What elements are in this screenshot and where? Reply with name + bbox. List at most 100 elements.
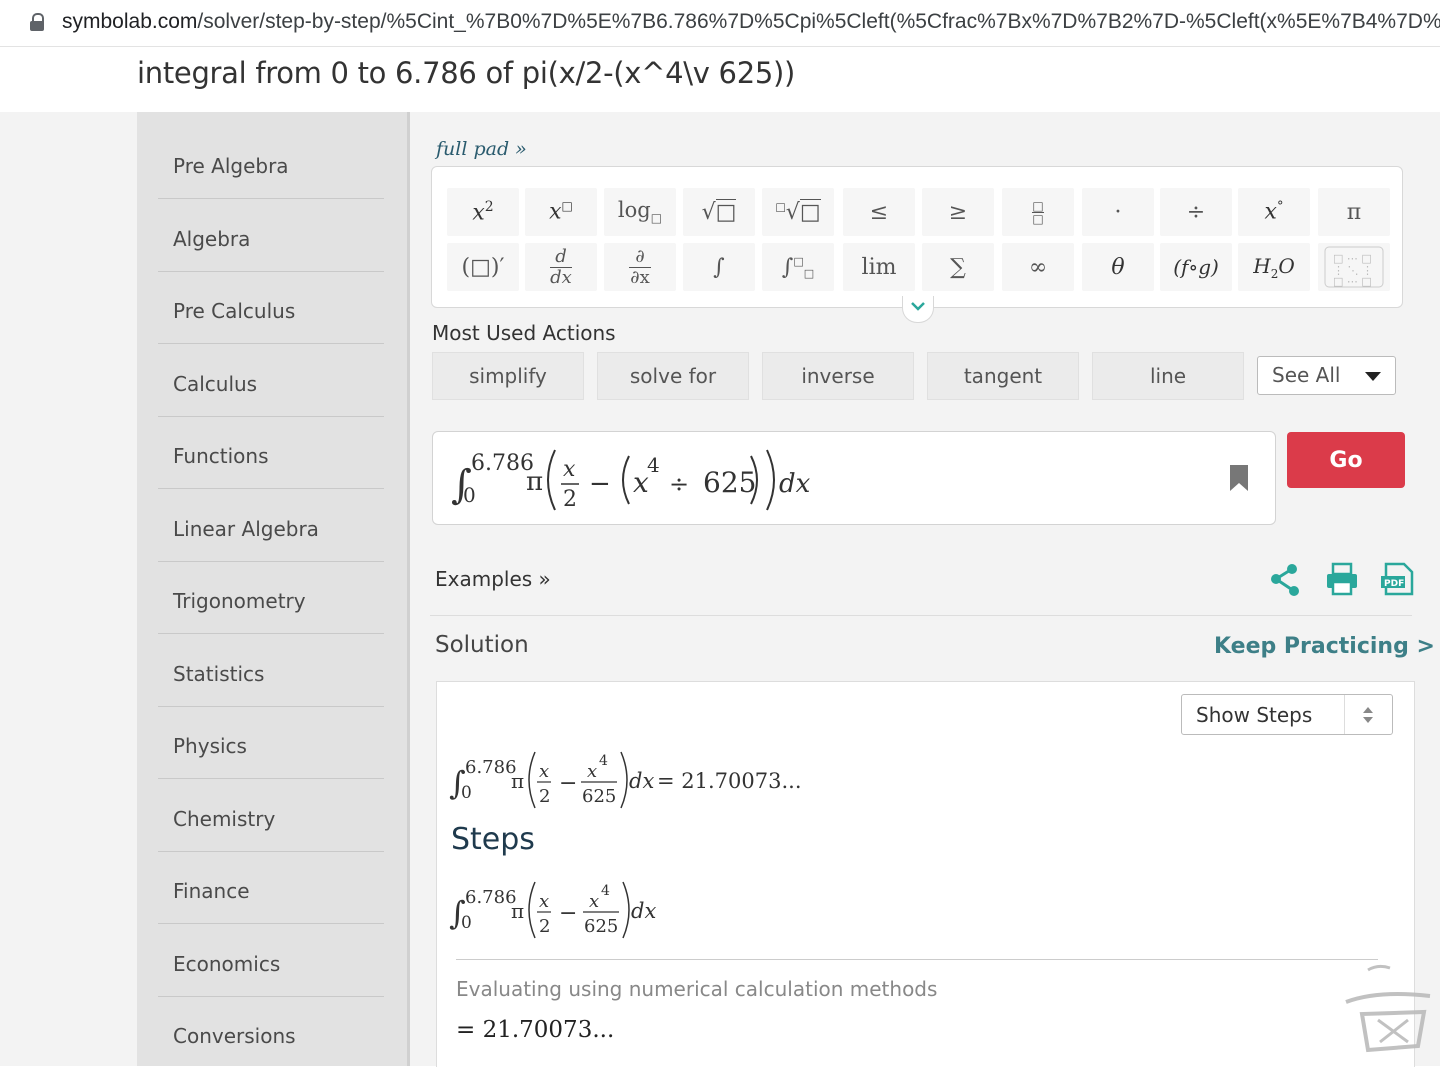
key-partial-derivative[interactable]: ∂ ∂x (604, 243, 676, 291)
svg-text:−: − (559, 901, 577, 926)
key-nth-root[interactable]: □√□ (762, 188, 834, 236)
fraction-denominator: 2 (563, 487, 577, 512)
svg-text:−: − (559, 771, 577, 796)
sidebar-item-finance[interactable]: Finance (158, 851, 384, 924)
key-infinity[interactable]: ∞ (1002, 243, 1074, 291)
dx: dx (779, 469, 811, 499)
sidebar-item-linear-algebra[interactable]: Linear Algebra (158, 489, 384, 562)
solution-panel: Show Steps ∫ 6.786 0 π x 2 − x 4 625 dx … (436, 681, 1415, 1067)
action-line-button[interactable]: line (1092, 352, 1244, 400)
sidebar-item-label: Conversions (173, 1024, 296, 1048)
sidebar-item-conversions[interactable]: Conversions (158, 996, 384, 1068)
key-dot[interactable]: · (1082, 188, 1154, 236)
sidebar-item-label: Trigonometry (173, 589, 306, 613)
url-text[interactable]: symbolab.com/solver/step-by-step/%5Cint_… (62, 10, 1440, 34)
bookmark-icon[interactable] (1230, 465, 1248, 491)
fraction-numerator: x (563, 457, 576, 482)
pdf-icon[interactable]: PDF (1380, 562, 1414, 598)
svg-text:0: 0 (461, 783, 472, 803)
sidebar-item-physics[interactable]: Physics (158, 706, 384, 779)
key-fraction[interactable]: □ □ (1002, 188, 1074, 236)
svg-text:PDF: PDF (1384, 579, 1404, 589)
sidebar-item-label: Finance (173, 879, 250, 903)
address-bar[interactable]: symbolab.com/solver/step-by-step/%5Cint_… (0, 0, 1440, 47)
key-sqrt[interactable]: √□ (683, 188, 755, 236)
show-steps-label: Show Steps (1196, 703, 1313, 727)
svg-text:π: π (511, 899, 524, 923)
key-integral[interactable]: ∫ (683, 243, 755, 291)
full-pad-link[interactable]: full pad » (436, 138, 527, 160)
key-degree[interactable]: x° (1238, 188, 1310, 236)
keep-practicing-link[interactable]: Keep Practicing > (1214, 634, 1435, 659)
examples-link[interactable]: Examples » (435, 567, 551, 591)
sidebar-item-pre-calculus[interactable]: Pre Calculus (158, 271, 384, 344)
sidebar-item-trigonometry[interactable]: Trigonometry (158, 561, 384, 634)
action-tangent-button[interactable]: tangent (927, 352, 1079, 400)
sidebar-item-algebra[interactable]: Algebra (158, 199, 384, 272)
svg-text:625: 625 (584, 916, 618, 937)
evaluation-method-text: Evaluating using numerical calculation m… (456, 977, 938, 1001)
key-limit[interactable]: lim (843, 243, 915, 291)
sidebar-item-economics[interactable]: Economics (158, 924, 384, 997)
print-icon[interactable] (1325, 562, 1359, 598)
svg-text:□ ⋯ □: □ ⋯ □ (1333, 275, 1372, 288)
svg-text:2: 2 (539, 916, 550, 937)
sidebar-item-chemistry[interactable]: Chemistry (158, 779, 384, 852)
key-theta[interactable]: θ (1082, 243, 1154, 291)
key-divide[interactable]: ÷ (1160, 188, 1232, 236)
key-matrix[interactable]: □ ⋯ □ ⋮ ⋱ ⋮ □ ⋯ □ (1318, 243, 1390, 291)
key-square[interactable]: x2 (447, 188, 519, 236)
lock-icon[interactable] (30, 13, 44, 31)
sidebar-item-label: Economics (173, 952, 281, 976)
chevron-down-icon (911, 302, 925, 311)
svg-text:dx: dx (631, 899, 656, 923)
key-definite-integral[interactable]: ∫□□ (762, 243, 834, 291)
show-steps-select[interactable]: Show Steps (1181, 694, 1393, 735)
svg-text:625: 625 (582, 786, 616, 807)
share-icon[interactable] (1268, 562, 1304, 598)
svg-text:0: 0 (461, 913, 472, 933)
step-divider (456, 959, 1378, 960)
action-inverse-button[interactable]: inverse (762, 352, 914, 400)
math-input-field[interactable]: ∫ 6.786 0 π x 2 − x 4 ÷ 625 dx (432, 431, 1276, 525)
keypad-collapse-toggle[interactable] (902, 296, 934, 323)
svg-text:4: 4 (599, 753, 608, 769)
divisor: 625 (703, 466, 756, 499)
divide-sign: ÷ (669, 470, 689, 498)
svg-text:x: x (587, 761, 597, 782)
minus-sign: − (589, 469, 611, 499)
go-button[interactable]: Go (1287, 432, 1405, 488)
action-simplify-button[interactable]: simplify (432, 352, 584, 400)
page-title: integral from 0 to 6.786 of pi(x/2-(x^4\… (137, 56, 796, 90)
key-power[interactable]: x□ (525, 188, 597, 236)
pi-symbol: π (526, 467, 543, 497)
sidebar-item-calculus[interactable]: Calculus (158, 344, 384, 417)
sidebar-item-label: Calculus (173, 372, 258, 396)
key-pi[interactable]: π (1318, 188, 1390, 236)
sidebar-item-pre-algebra[interactable]: Pre Algebra (158, 126, 384, 199)
key-greater-equal[interactable]: ≥ (922, 188, 994, 236)
step-expression: ∫ 6.786 0 π x 2 − x 4 625 dx (449, 881, 656, 939)
sidebar-item-label: Statistics (173, 662, 265, 686)
key-composition[interactable]: (f∘g) (1160, 243, 1232, 291)
key-d-dx[interactable]: d dx (525, 243, 597, 291)
svg-text:4: 4 (601, 883, 610, 899)
key-derivative-prime[interactable]: (□)′ (447, 243, 519, 291)
math-keypad: x2 x□ log□ √□ □√□ ≤ ≥ □ □ · ÷ x° π (□)′ d… (431, 166, 1403, 308)
sidebar-item-statistics[interactable]: Statistics (158, 634, 384, 707)
key-log[interactable]: log□ (604, 188, 676, 236)
steps-heading: Steps (451, 822, 535, 857)
key-sum[interactable]: ∑ (922, 243, 994, 291)
sidebar-item-functions[interactable]: Functions (158, 416, 384, 489)
select-arrows-icon (1363, 707, 1373, 723)
sidebar: Pre Algebra Algebra Pre Calculus Calculu… (137, 112, 410, 1066)
key-less-equal[interactable]: ≤ (843, 188, 915, 236)
svg-text:6.786: 6.786 (465, 757, 517, 778)
key-chemistry[interactable]: H2O (1238, 243, 1310, 291)
see-all-dropdown[interactable]: See All (1257, 356, 1396, 395)
action-solve-for-button[interactable]: solve for (597, 352, 749, 400)
svg-text:π: π (511, 769, 524, 793)
upper-limit: 6.786 (471, 451, 534, 476)
sidebar-item-label: Functions (173, 444, 269, 468)
answer-expression: ∫ 6.786 0 π x 2 − x 4 625 dx = 21.70073.… (449, 751, 802, 809)
